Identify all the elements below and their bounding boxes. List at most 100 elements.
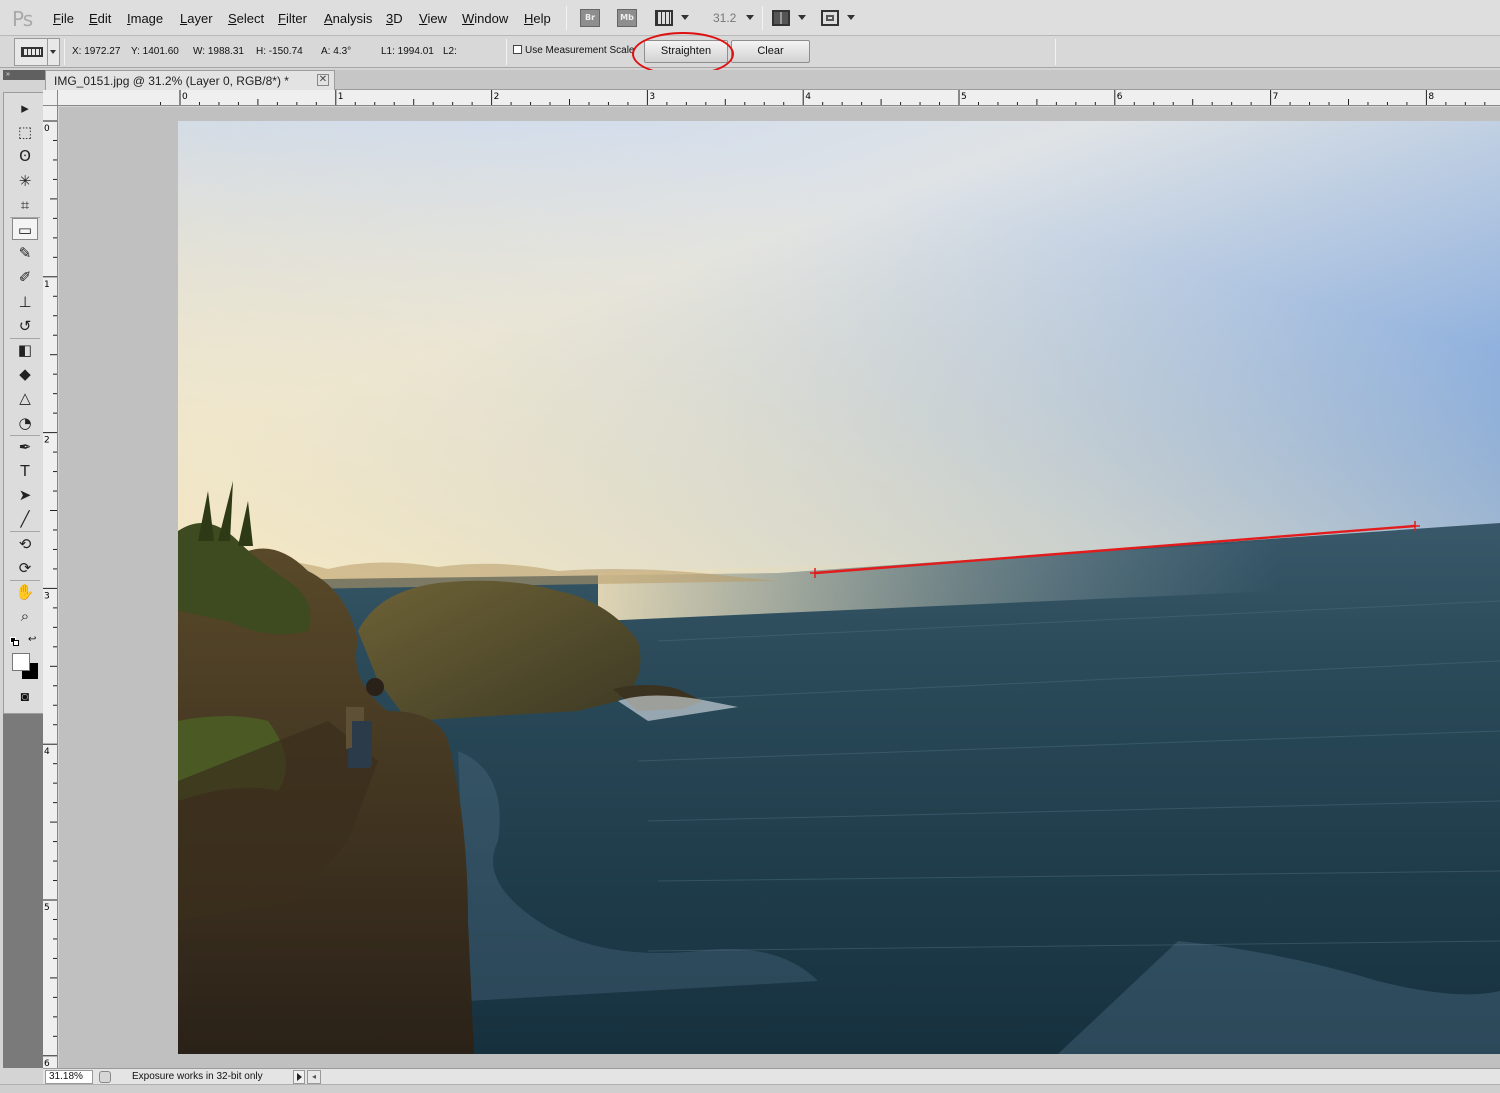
ruler-label: 0 <box>182 92 188 102</box>
vertical-ruler-ticks: 0 1 2 3 4 5 6 <box>43 120 57 1068</box>
3d-rotate-tool-icon[interactable]: ⟲ <box>12 533 38 555</box>
ruler-tool-icon[interactable]: ▭ <box>12 218 38 240</box>
canvas-area[interactable] <box>59 107 1500 1068</box>
screen-mode-button[interactable] <box>821 9 857 27</box>
status-menu-arrow-icon[interactable] <box>293 1070 305 1084</box>
crop-tool-icon[interactable]: ⌗ <box>12 194 38 216</box>
tools-collapse-icon[interactable]: » <box>6 71 10 79</box>
chevron-down-icon <box>681 15 689 20</box>
path-selection-tool-icon[interactable]: ➤ <box>12 484 38 506</box>
zoom-tool-icon[interactable]: ⌕ <box>12 605 38 627</box>
ruler-label: 5 <box>961 92 967 102</box>
ruler-label: 4 <box>44 747 50 757</box>
document-tab[interactable]: IMG_0151.jpg @ 31.2% (Layer 0, RGB/8*) *… <box>45 70 335 91</box>
line-tool-icon[interactable]: ╱ <box>12 508 38 530</box>
ruler-label: 1 <box>338 92 344 102</box>
blur-tool-icon[interactable]: △ <box>12 387 38 409</box>
eraser-tool-icon[interactable]: ◧ <box>12 339 38 361</box>
swap-colors-icon[interactable]: ↩ <box>28 635 36 645</box>
measure-x: X: 1972.27 <box>72 46 121 57</box>
document-image[interactable] <box>178 121 1500 1054</box>
menu-window[interactable]: Window <box>462 11 508 26</box>
ruler-label: 7 <box>1273 92 1279 102</box>
measure-l2: L2: <box>443 46 457 57</box>
measure-w: W: 1988.31 <box>193 46 244 57</box>
clone-stamp-tool-icon[interactable]: ⊥ <box>12 291 38 313</box>
bridge-button[interactable]: Br <box>580 9 600 27</box>
options-separator <box>506 39 507 65</box>
zoom-level-field[interactable]: 31.2 <box>713 11 736 25</box>
view-extras-button[interactable] <box>655 9 691 27</box>
ruler-label: 2 <box>494 92 500 102</box>
magic-wand-tool-icon[interactable]: ✳ <box>12 170 38 192</box>
menu-select[interactable]: Select <box>228 11 264 26</box>
measure-h: H: -150.74 <box>256 46 303 57</box>
ruler-label: 8 <box>1428 92 1434 102</box>
options-separator <box>64 39 65 65</box>
menu-edit[interactable]: Edit <box>89 11 111 26</box>
move-tool-icon[interactable]: ▸ <box>12 97 38 119</box>
use-measurement-scale-label: Use Measurement Scale <box>525 45 635 56</box>
menu-layer[interactable]: Layer <box>180 11 213 26</box>
menu-analysis[interactable]: Analysis <box>324 11 372 26</box>
ruler-label: 4 <box>805 92 811 102</box>
ruler-label: 6 <box>44 1059 50 1068</box>
mini-bridge-button[interactable]: Mb <box>617 9 637 27</box>
quick-mask-icon[interactable]: ◙ <box>14 687 36 705</box>
tool-preset-dropdown[interactable] <box>47 39 59 65</box>
menu-view[interactable]: View <box>419 11 447 26</box>
arrange-documents-button[interactable] <box>772 9 808 27</box>
chevron-down-icon <box>847 15 855 20</box>
menu-file[interactable]: File <box>53 11 74 26</box>
chevron-down-icon <box>50 50 56 54</box>
tool-preset-picker[interactable] <box>14 38 60 66</box>
menu-separator <box>762 6 763 30</box>
checkbox-icon <box>513 45 522 54</box>
guides-grid-icon <box>655 10 673 26</box>
ruler-label: 3 <box>649 92 655 102</box>
status-message: Exposure works in 32-bit only <box>132 1071 263 1082</box>
close-icon[interactable]: ✕ <box>317 74 329 86</box>
paint-bucket-tool-icon[interactable]: ◆ <box>12 363 38 385</box>
menu-image[interactable]: Image <box>127 11 163 26</box>
ruler-label: 1 <box>44 280 50 290</box>
3d-orbit-tool-icon[interactable]: ⟳ <box>12 557 38 579</box>
brush-tool-icon[interactable]: ✐ <box>12 266 38 288</box>
menu-3d[interactable]: 3D <box>386 11 403 26</box>
ruler-origin[interactable] <box>43 90 58 106</box>
chevron-down-icon <box>798 15 806 20</box>
document-tab-title: IMG_0151.jpg @ 31.2% (Layer 0, RGB/8*) * <box>54 74 289 88</box>
ruler-label: 5 <box>44 903 50 913</box>
horizontal-ruler[interactable]: 0 1 2 3 4 5 6 7 8 <box>58 90 1500 106</box>
status-info-icon[interactable] <box>99 1071 111 1083</box>
pen-tool-icon[interactable]: ✒ <box>12 436 38 458</box>
menu-filter[interactable]: Filter <box>278 11 307 26</box>
window-bottom-edge <box>0 1084 1500 1093</box>
options-separator <box>1055 39 1056 65</box>
use-measurement-scale-checkbox[interactable]: Use Measurement Scale <box>513 45 635 56</box>
ruler-label: 2 <box>44 436 50 446</box>
seascape-photo <box>178 121 1500 1054</box>
options-bar: X: 1972.27 Y: 1401.60 W: 1988.31 H: -150… <box>0 36 1500 68</box>
hand-tool-icon[interactable]: ✋ <box>12 581 38 603</box>
menu-help[interactable]: Help <box>524 11 551 26</box>
type-tool-icon[interactable]: T <box>12 460 38 482</box>
dodge-tool-icon[interactable]: ◔ <box>12 412 38 434</box>
healing-brush-tool-icon[interactable]: ✎ <box>12 242 38 264</box>
measure-angle: A: 4.3° <box>321 46 352 57</box>
chevron-down-icon[interactable] <box>746 15 754 20</box>
default-colors-icon[interactable] <box>10 637 19 646</box>
clear-button[interactable]: Clear <box>731 40 810 63</box>
status-zoom-field[interactable]: 31.18% <box>45 1070 93 1084</box>
history-brush-tool-icon[interactable]: ↺ <box>12 315 38 337</box>
measure-l1: L1: 1994.01 <box>381 46 434 57</box>
foreground-color-swatch[interactable] <box>12 653 30 671</box>
scroll-left-arrow-icon[interactable]: ◂ <box>307 1070 321 1084</box>
horizontal-ruler-ticks: 0 1 2 3 4 5 6 7 8 <box>160 90 1486 105</box>
lasso-tool-icon[interactable]: ʘ <box>12 145 38 167</box>
ruler-label: 6 <box>1117 92 1123 102</box>
measure-y: Y: 1401.60 <box>131 46 179 57</box>
marquee-tool-icon[interactable]: ⬚ <box>12 121 38 143</box>
vertical-ruler[interactable]: 0 1 2 3 4 5 6 <box>43 106 58 1068</box>
menu-separator <box>566 6 567 30</box>
